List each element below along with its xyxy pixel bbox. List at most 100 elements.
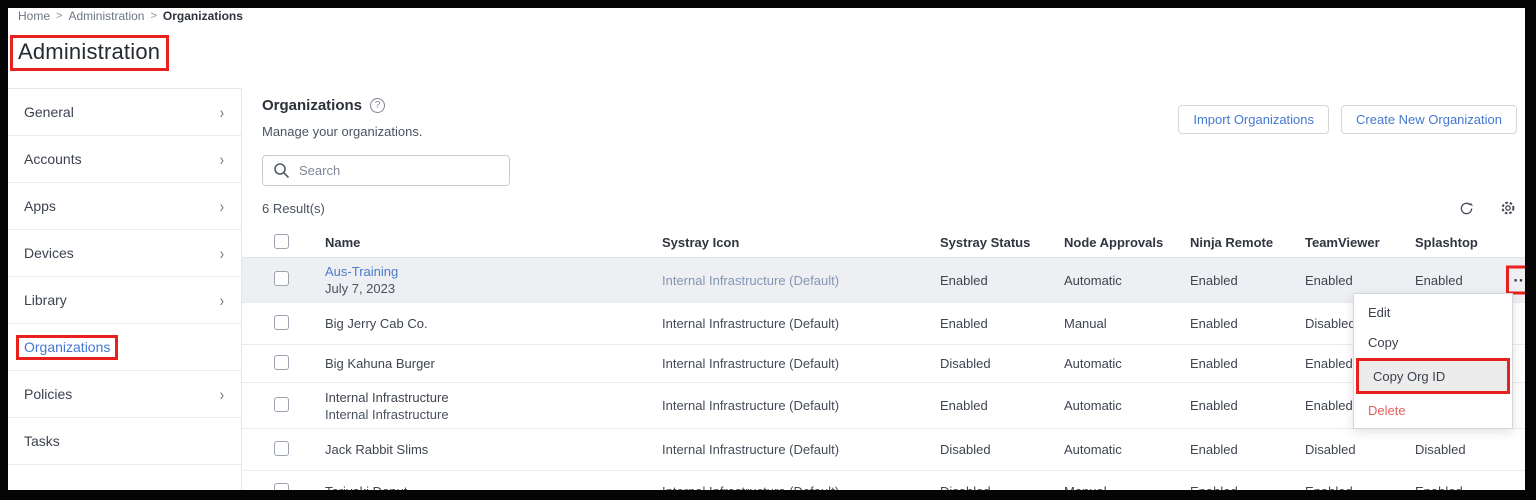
systray-icon-value[interactable]: Internal Infrastructure (Default) xyxy=(662,484,940,499)
chevron-right-icon: › xyxy=(220,196,225,216)
breadcrumb-separator-icon: > xyxy=(56,10,63,22)
sidebar-item-label: Devices xyxy=(24,245,74,261)
org-name-link[interactable]: Aus-Training xyxy=(325,264,662,279)
sidebar-item-label: Policies xyxy=(24,386,73,402)
col-header-ninja-remote[interactable]: Ninja Remote xyxy=(1190,235,1305,250)
breadcrumb-home[interactable]: Home xyxy=(18,9,50,23)
col-header-systray-icon[interactable]: Systray Icon xyxy=(662,235,940,250)
context-menu-edit[interactable]: Edit xyxy=(1354,297,1512,327)
ninja-remote-value: Enabled xyxy=(1190,484,1238,499)
splashtop-value: Enabled xyxy=(1415,272,1463,288)
table-row[interactable]: Aus-Training July 7, 2023 Internal Infra… xyxy=(242,258,1536,303)
row-checkbox[interactable] xyxy=(274,271,289,286)
table-row[interactable]: Big Kahuna Burger Internal Infrastructur… xyxy=(242,345,1525,383)
ninja-remote-value: Enabled xyxy=(1190,442,1238,457)
systray-status-value: Disabled xyxy=(940,484,991,499)
search-icon xyxy=(273,162,290,179)
col-header-name[interactable]: Name xyxy=(310,235,662,250)
refresh-icon[interactable] xyxy=(1459,201,1474,216)
row-context-menu: Edit Copy Copy Org ID Delete xyxy=(1353,293,1513,429)
chevron-right-icon: › xyxy=(220,102,225,122)
node-approvals-value: Automatic xyxy=(1064,272,1122,288)
systray-icon-value[interactable]: Internal Infrastructure (Default) xyxy=(662,442,940,457)
sidebar-item-tasks[interactable]: Tasks xyxy=(8,418,241,465)
context-menu-copy-org-id[interactable]: Copy Org ID xyxy=(1359,361,1507,391)
ninja-remote-value: Enabled xyxy=(1190,356,1238,371)
page-title: Administration xyxy=(10,35,170,71)
systray-icon-value[interactable]: Internal Infrastructure (Default) xyxy=(662,316,940,331)
teamviewer-value: Disabled xyxy=(1305,442,1356,457)
col-header-teamviewer[interactable]: TeamViewer xyxy=(1305,235,1415,250)
row-checkbox[interactable] xyxy=(274,396,289,412)
table-row[interactable]: Big Jerry Cab Co. Internal Infrastructur… xyxy=(242,303,1525,345)
table-header-row: Name Systray Icon Systray Status Node Ap… xyxy=(242,228,1525,258)
sidebar-item-policies[interactable]: Policies › xyxy=(8,371,241,418)
col-header-splashtop[interactable]: Splashtop xyxy=(1415,235,1490,250)
teamviewer-value: Enabled xyxy=(1305,272,1353,288)
splashtop-value: Disabled xyxy=(1415,442,1466,457)
sidebar-item-label: General xyxy=(24,104,74,120)
organizations-panel: Organizations ? Manage your organization… xyxy=(242,88,1536,500)
row-actions-annotation: ... xyxy=(1506,265,1536,295)
row-checkbox[interactable] xyxy=(274,482,289,498)
org-subtitle: Internal Infrastructure xyxy=(325,406,449,422)
node-approvals-value: Manual xyxy=(1064,316,1107,331)
chevron-right-icon: › xyxy=(220,243,225,263)
context-menu-copy[interactable]: Copy xyxy=(1354,327,1512,357)
org-name-link[interactable]: Internal Infrastructure xyxy=(325,390,662,405)
import-organizations-button[interactable]: Import Organizations xyxy=(1178,105,1330,134)
sidebar-item-organizations[interactable]: Organizations xyxy=(8,324,241,371)
row-checkbox[interactable] xyxy=(274,440,289,456)
splashtop-value: Enabled xyxy=(1415,484,1463,499)
org-name-link[interactable]: Big Kahuna Burger xyxy=(325,356,662,371)
org-name-link[interactable]: Teriyaki Donut xyxy=(325,484,662,499)
create-new-organization-button[interactable]: Create New Organization xyxy=(1341,105,1517,134)
organizations-table: Name Systray Icon Systray Status Node Ap… xyxy=(242,228,1536,500)
breadcrumb-administration[interactable]: Administration xyxy=(68,9,144,23)
table-body: Aus-Training July 7, 2023 Internal Infra… xyxy=(242,258,1536,500)
breadcrumb: Home > Administration > Organizations xyxy=(18,9,243,23)
panel-description: Manage your organizations. xyxy=(262,124,423,139)
node-approvals-value: Automatic xyxy=(1064,356,1122,371)
context-menu-delete[interactable]: Delete xyxy=(1354,395,1512,425)
node-approvals-value: Automatic xyxy=(1064,398,1122,413)
systray-status-value: Disabled xyxy=(940,442,991,457)
systray-status-value: Enabled xyxy=(940,316,988,331)
breadcrumb-separator-icon: > xyxy=(150,10,157,22)
org-name-link[interactable]: Big Jerry Cab Co. xyxy=(325,316,662,331)
col-header-node-approvals[interactable]: Node Approvals xyxy=(1064,235,1190,250)
node-approvals-value: Manual xyxy=(1064,484,1107,499)
node-approvals-value: Automatic xyxy=(1064,442,1122,457)
sidebar-item-apps[interactable]: Apps › xyxy=(8,183,241,230)
table-row[interactable]: Jack Rabbit Slims Internal Infrastructur… xyxy=(242,429,1525,471)
sidebar-item-accounts[interactable]: Accounts › xyxy=(8,136,241,183)
ninja-remote-value: Enabled xyxy=(1190,316,1238,331)
systray-icon-value[interactable]: Internal Infrastructure (Default) xyxy=(662,356,940,371)
org-name-link[interactable]: Jack Rabbit Slims xyxy=(325,442,662,457)
chevron-right-icon: › xyxy=(220,290,225,310)
row-checkbox[interactable] xyxy=(274,314,289,330)
sidebar-item-label: Apps xyxy=(24,198,56,214)
systray-icon-value[interactable]: Internal Infrastructure (Default) xyxy=(662,398,940,413)
breadcrumb-organizations: Organizations xyxy=(162,9,243,23)
sidebar-item-devices[interactable]: Devices › xyxy=(8,230,241,277)
sidebar-item-library[interactable]: Library › xyxy=(8,277,241,324)
systray-status-value: Disabled xyxy=(940,356,991,371)
copy-org-id-annotation: Copy Org ID xyxy=(1356,358,1510,394)
systray-icon-value[interactable]: Internal Infrastructure (Default) xyxy=(662,273,940,288)
org-subtitle: July 7, 2023 xyxy=(325,281,396,296)
search-input[interactable] xyxy=(262,155,510,186)
settings-gear-icon[interactable] xyxy=(1500,200,1516,216)
col-header-systray-status[interactable]: Systray Status xyxy=(940,235,1064,250)
sidebar-item-label: Library xyxy=(24,292,67,308)
ninja-remote-value: Enabled xyxy=(1190,272,1238,288)
row-checkbox[interactable] xyxy=(274,354,289,370)
sidebar-item-general[interactable]: General › xyxy=(8,89,241,136)
panel-title: Organizations xyxy=(262,97,363,114)
table-row[interactable]: Internal Infrastructure Internal Infrast… xyxy=(242,383,1525,429)
row-actions-button[interactable]: ... xyxy=(1513,269,1529,291)
table-row[interactable]: Teriyaki Donut Internal Infrastructure (… xyxy=(242,471,1525,500)
administration-page: Home > Administration > Organizations Ad… xyxy=(0,0,1536,500)
help-icon[interactable]: ? xyxy=(370,98,386,113)
select-all-checkbox[interactable] xyxy=(274,233,289,249)
